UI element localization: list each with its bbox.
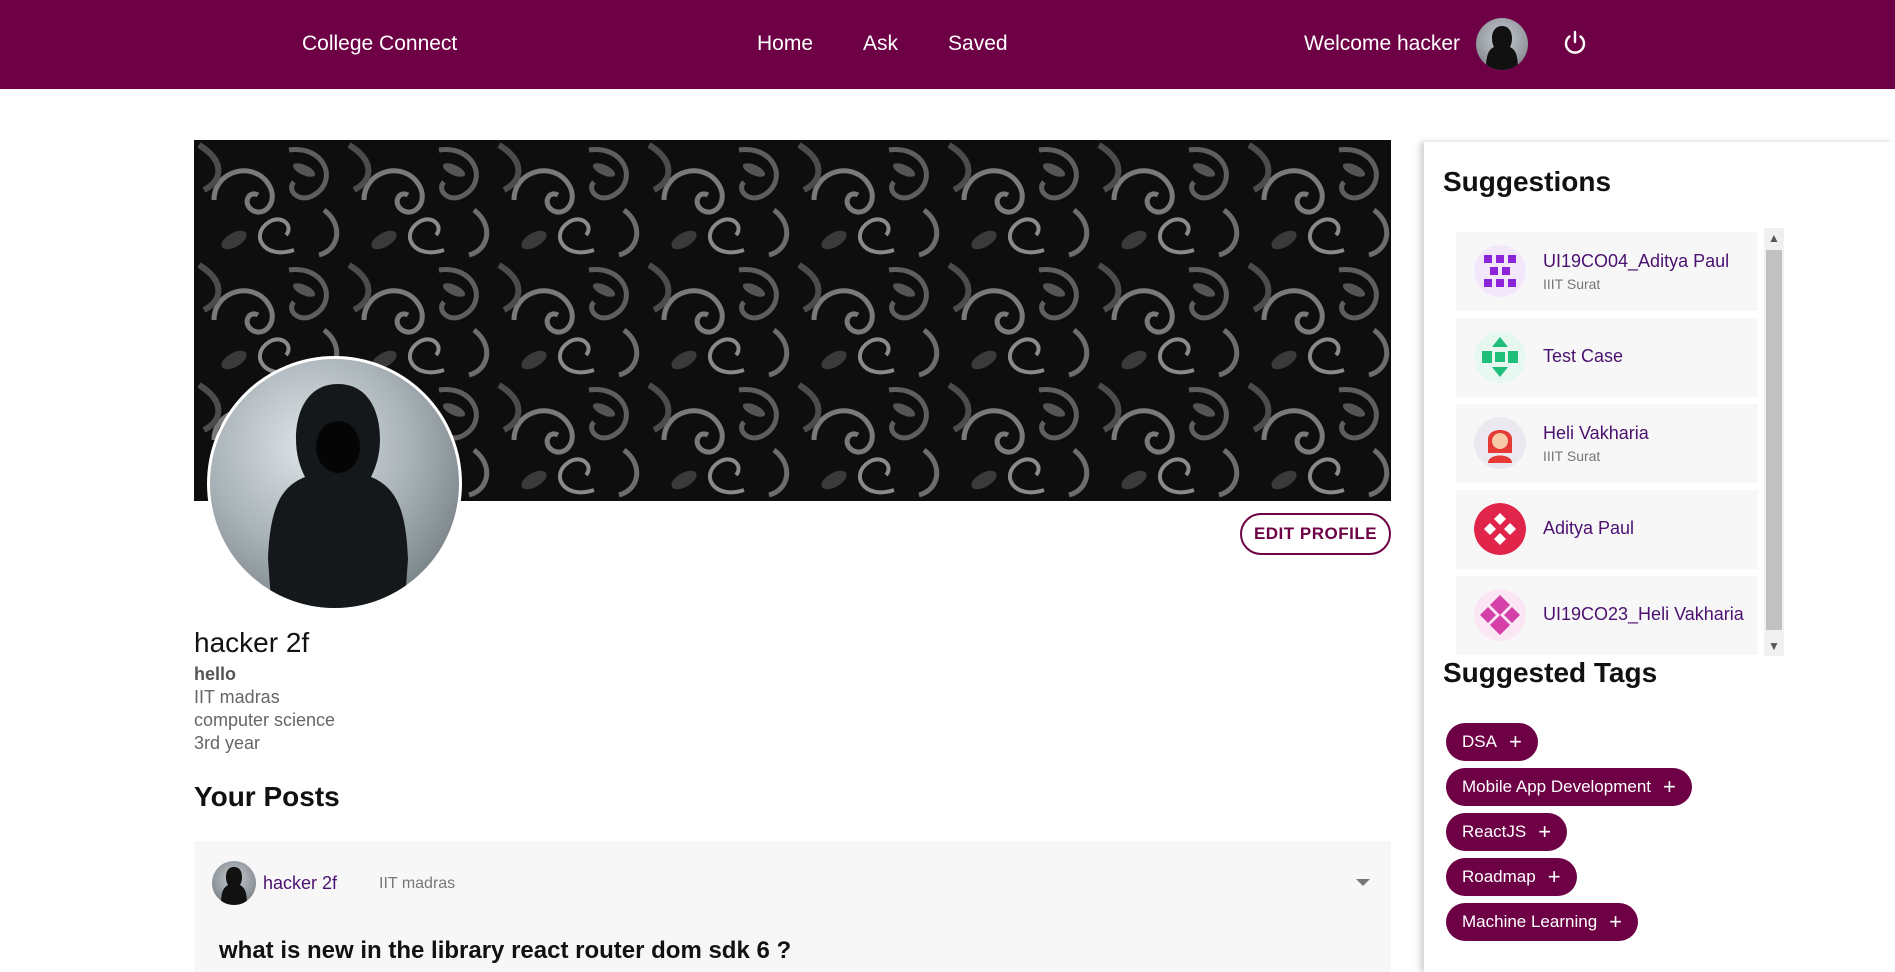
suggestion-name[interactable]: UI19CO04_Aditya Paul: [1543, 251, 1729, 272]
suggestion-name[interactable]: Test Case: [1543, 346, 1623, 367]
post-menu-caret-icon[interactable]: [1356, 879, 1370, 886]
right-sidebar: Suggestions UI19CO04_Aditya Paul IIIT Su…: [1424, 142, 1895, 972]
tag-chip[interactable]: Mobile App Development +: [1446, 768, 1692, 806]
suggestion-name[interactable]: UI19CO23_Heli Vakharia: [1543, 604, 1744, 625]
plus-icon[interactable]: +: [1663, 776, 1676, 798]
tag-chip[interactable]: Roadmap +: [1446, 858, 1577, 896]
suggestion-college: IIIT Surat: [1543, 276, 1601, 292]
profile-branch: computer science: [194, 710, 336, 730]
nav-home[interactable]: Home: [757, 32, 813, 56]
edit-profile-button[interactable]: EDIT PROFILE: [1240, 513, 1391, 555]
tag-label: Roadmap: [1462, 867, 1536, 886]
profile-college: IIT madras: [194, 687, 280, 707]
plus-icon[interactable]: +: [1609, 911, 1622, 933]
tag-label: Machine Learning: [1462, 912, 1598, 931]
plus-icon[interactable]: +: [1548, 866, 1561, 888]
identicon-icon: [1474, 503, 1526, 555]
post-author-avatar[interactable]: [212, 861, 256, 905]
tag-chip[interactable]: Machine Learning +: [1446, 903, 1639, 941]
hooded-figure-avatar-icon: [1486, 26, 1518, 70]
tag-chip[interactable]: ReactJS +: [1446, 813, 1568, 851]
tag-label: ReactJS: [1462, 822, 1527, 841]
identicon-icon: [1474, 331, 1526, 383]
scroll-up-arrow-icon[interactable]: ▲: [1764, 228, 1784, 248]
top-navbar: College Connect Home Ask Saved Welcome h…: [0, 0, 1895, 89]
plus-icon[interactable]: +: [1538, 821, 1551, 843]
suggested-tags-heading: Suggested Tags: [1443, 657, 1658, 688]
scroll-down-arrow-icon[interactable]: ▼: [1764, 636, 1784, 656]
suggestions-scrollbar[interactable]: ▲ ▼: [1764, 228, 1784, 656]
plus-icon[interactable]: +: [1509, 731, 1522, 753]
profile-bio: hello: [194, 664, 237, 684]
tag-label: Mobile App Development: [1462, 777, 1652, 796]
power-icon[interactable]: [1560, 28, 1590, 58]
suggestion-item[interactable]: UI19CO23_Heli Vakharia: [1456, 576, 1758, 655]
female-avatar-icon: [1474, 417, 1526, 469]
identicon-icon: [1474, 245, 1526, 297]
nav-saved[interactable]: Saved: [948, 32, 1008, 56]
hooded-figure-image: [268, 384, 408, 608]
user-avatar[interactable]: [1476, 18, 1528, 70]
profile-avatar: [207, 356, 462, 611]
suggestion-item[interactable]: Heli Vakharia IIIT Surat: [1456, 404, 1758, 483]
identicon-icon: [1474, 589, 1526, 641]
post-card: hacker 2f IIT madras what is new in the …: [194, 841, 1391, 972]
tag-label: DSA: [1462, 732, 1497, 751]
suggestion-college: IIIT Surat: [1543, 448, 1601, 464]
suggestions-list: UI19CO04_Aditya Paul IIIT Surat Test Cas…: [1456, 232, 1758, 656]
post-author-name[interactable]: hacker 2f: [263, 873, 337, 894]
suggestion-item[interactable]: Test Case: [1456, 318, 1758, 397]
profile-name: hacker 2f: [194, 627, 310, 658]
suggestion-name[interactable]: Aditya Paul: [1543, 518, 1634, 539]
post-author-college: IIT madras: [379, 875, 456, 892]
post-title[interactable]: what is new in the library react router …: [219, 937, 791, 965]
your-posts-heading: Your Posts: [194, 781, 340, 812]
brand-logo-text[interactable]: College Connect: [302, 32, 457, 56]
welcome-text: Welcome hacker: [1304, 32, 1461, 55]
suggestion-item[interactable]: UI19CO04_Aditya Paul IIIT Surat: [1456, 232, 1758, 311]
suggestions-heading: Suggestions: [1443, 166, 1612, 197]
scroll-thumb[interactable]: [1766, 250, 1782, 630]
tag-chip[interactable]: DSA +: [1446, 723, 1538, 761]
suggestion-item[interactable]: Aditya Paul: [1456, 490, 1758, 569]
nav-links: Home Ask Saved: [757, 32, 1058, 56]
hooded-figure-avatar-icon: [221, 867, 247, 905]
suggestion-name[interactable]: Heli Vakharia: [1543, 423, 1649, 444]
nav-ask[interactable]: Ask: [863, 32, 898, 56]
profile-year: 3rd year: [194, 733, 261, 753]
